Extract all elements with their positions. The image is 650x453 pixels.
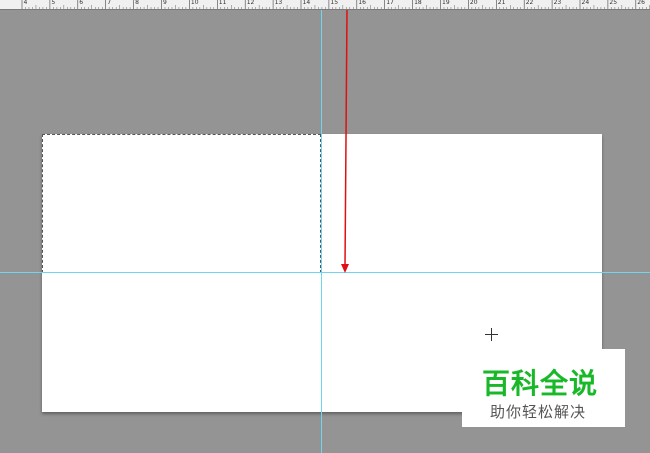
ruler-label: 14 — [302, 0, 311, 6]
ruler-label: 9 — [163, 0, 167, 6]
ruler-label: 11 — [218, 0, 227, 6]
vertical-guide[interactable] — [321, 10, 322, 453]
ruler-label: 12 — [246, 0, 255, 6]
horizontal-guide[interactable] — [0, 272, 650, 273]
ruler-label: 25 — [609, 0, 618, 6]
ruler-label: 13 — [274, 0, 283, 6]
ruler-label: 5 — [51, 0, 56, 6]
ruler-label: 22 — [525, 0, 534, 6]
ruler-label: 4 — [23, 0, 28, 6]
ruler-label: 21 — [497, 0, 506, 6]
ruler-label: 17 — [386, 0, 394, 6]
marquee-selection[interactable] — [42, 134, 321, 273]
ruler-label: 19 — [442, 0, 450, 6]
ruler-label: 26 — [637, 0, 645, 6]
watermark-subtitle: 助你轻松解决 — [490, 403, 587, 421]
horizontal-ruler[interactable]: 4 5 6 7 8 9 10 11 12 13 14 15 16 17 18 19 20 21 22 23 24 25 26 — [0, 0, 650, 10]
ruler-label: 6 — [79, 0, 84, 6]
ruler-label: 20 — [469, 0, 478, 6]
ruler-label: 16 — [358, 0, 366, 6]
ruler-label: 18 — [414, 0, 422, 6]
ruler-label: 15 — [330, 0, 339, 6]
watermark-logo: 百科全说 助你轻松解决 — [462, 349, 625, 427]
ruler-label: 10 — [190, 0, 199, 6]
crosshair-icon — [485, 328, 498, 341]
ruler-label: 8 — [135, 0, 139, 6]
ruler-label: 23 — [553, 0, 562, 6]
ruler-ticks — [21, 0, 650, 9]
ruler-label: 7 — [107, 0, 112, 6]
ruler-label: 24 — [581, 0, 590, 6]
watermark-title: 百科全说 — [482, 367, 599, 400]
